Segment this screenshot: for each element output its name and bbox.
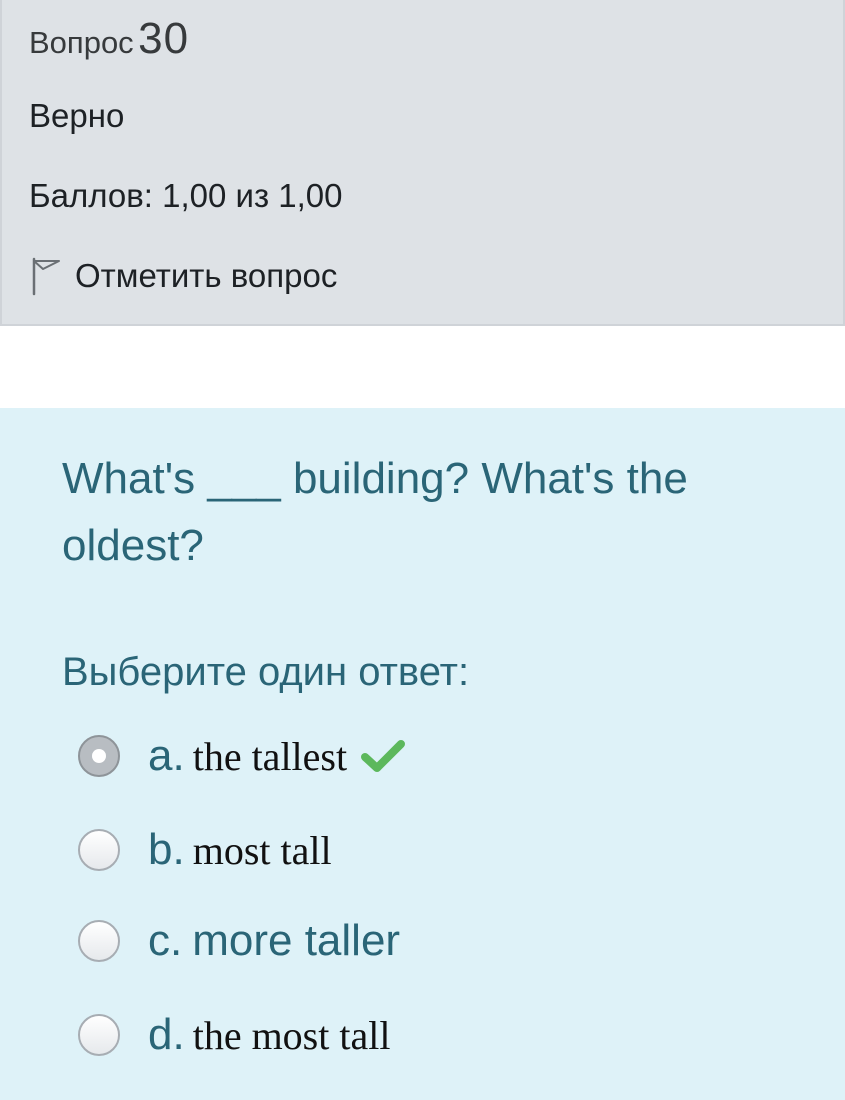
question-number: Вопрос 30	[29, 14, 189, 64]
question-info-panel: Вопрос 30 Верно Баллов: 1,00 из 1,00 Отм…	[0, 0, 845, 326]
question-prefix: Вопрос	[29, 25, 134, 60]
radio-button-c[interactable]	[78, 920, 120, 962]
answer-letter: a.	[148, 731, 185, 780]
answer-text: the most tall	[192, 1012, 391, 1058]
radio-button-d[interactable]	[78, 1014, 120, 1056]
answer-option-d[interactable]: d. the most tall	[78, 1007, 390, 1063]
answer-option-a[interactable]: a. the tallest	[78, 728, 406, 784]
answer-prompt: Выберите один ответ:	[62, 650, 470, 694]
question-text: What's ___ building? What's the oldest?	[62, 454, 688, 570]
answer-option-b[interactable]: b. most tall	[78, 822, 332, 878]
checkmark-icon	[361, 740, 406, 772]
answer-option-c[interactable]: c. more taller	[78, 913, 400, 969]
question-number-value: 30	[138, 14, 190, 63]
flag-question-label: Отметить вопрос	[75, 257, 338, 294]
answer-text: most tall	[192, 827, 332, 873]
answer-text: the tallest	[192, 733, 348, 779]
flag-question-button[interactable]: Отметить вопрос	[29, 255, 337, 297]
question-grade: Баллов: 1,00 из 1,00	[29, 177, 343, 214]
radio-button-a[interactable]	[78, 735, 120, 777]
answer-letter: b.	[148, 825, 185, 874]
flag-outline-icon	[32, 257, 60, 296]
answer-letter: d.	[148, 1010, 185, 1059]
radio-button-b[interactable]	[78, 829, 120, 871]
answer-text: more taller	[192, 916, 401, 965]
answer-letter: c.	[148, 916, 183, 965]
question-state: Верно	[29, 97, 125, 134]
